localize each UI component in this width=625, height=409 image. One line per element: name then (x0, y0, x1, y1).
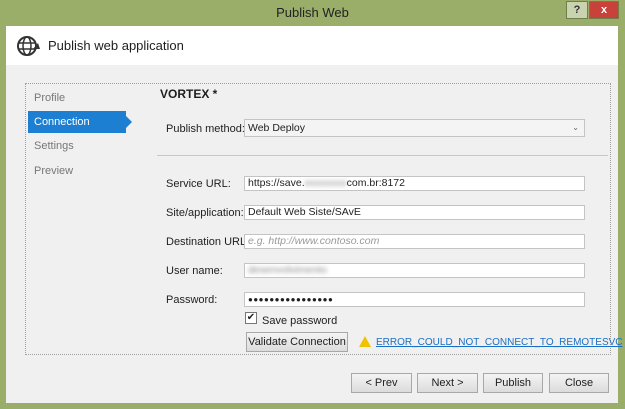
header: Publish web application (6, 26, 618, 65)
site-label: Site/application: (166, 207, 244, 219)
warning-icon (359, 336, 371, 347)
publish-method-value: Web Deploy (248, 122, 306, 134)
help-button[interactable]: ? (566, 1, 588, 19)
publish-web-dialog: Publish Web ? x Publish web application … (0, 0, 625, 409)
next-button[interactable]: Next > (417, 373, 478, 393)
error-link[interactable]: ERROR_COULD_NOT_CONNECT_TO_REMOTESVC (376, 337, 623, 348)
service-url-label: Service URL: (166, 178, 231, 190)
save-password-label: Save password (262, 315, 338, 327)
validate-connection-button[interactable]: Validate Connection (246, 332, 348, 352)
username-input[interactable]: desenvolvimento (244, 263, 585, 278)
sidebar-item-preview[interactable]: Preview (28, 160, 126, 182)
sidebar-item-profile[interactable]: Profile (28, 87, 126, 109)
password-label: Password: (166, 294, 218, 306)
save-password-checkbox[interactable]: ✔ (245, 312, 257, 324)
divider (157, 155, 608, 156)
header-title: Publish web application (48, 38, 184, 53)
username-label: User name: (166, 265, 223, 277)
service-url-prefix: https://save. (248, 177, 305, 189)
profile-name: VORTEX * (160, 87, 218, 101)
site-input[interactable]: Default Web Siste/SAvE (244, 205, 585, 220)
content-panel: Profile Connection Settings Preview VORT… (25, 83, 623, 355)
sidebar-item-settings[interactable]: Settings (28, 135, 126, 157)
prev-button[interactable]: < Prev (351, 373, 412, 393)
password-input[interactable]: ●●●●●●●●●●●●●●●● (244, 292, 585, 307)
close-window-button[interactable]: x (589, 1, 619, 19)
dialog-body: Publish web application Profile Connecti… (6, 26, 623, 403)
destination-url-input[interactable]: e.g. http://www.contoso.com (244, 234, 585, 249)
username-value: desenvolvimento (248, 264, 327, 276)
publish-button[interactable]: Publish (483, 373, 543, 393)
service-url-redacted: xxxxxxxx (304, 177, 347, 189)
service-url-input[interactable]: https://save.xxxxxxxxcom.br:8172 (244, 176, 585, 191)
publish-method-select[interactable]: Web Deploy ⌄ (244, 119, 585, 137)
service-url-suffix: com.br:8172 (346, 177, 405, 189)
publish-method-label: Publish method: (166, 123, 245, 135)
chevron-down-icon: ⌄ (572, 123, 579, 132)
globe-publish-icon (17, 36, 40, 56)
sidebar-item-connection[interactable]: Connection (28, 111, 132, 133)
window-title: Publish Web (276, 5, 349, 20)
close-button[interactable]: Close (549, 373, 609, 393)
destination-url-label: Destination URL: (166, 236, 250, 248)
